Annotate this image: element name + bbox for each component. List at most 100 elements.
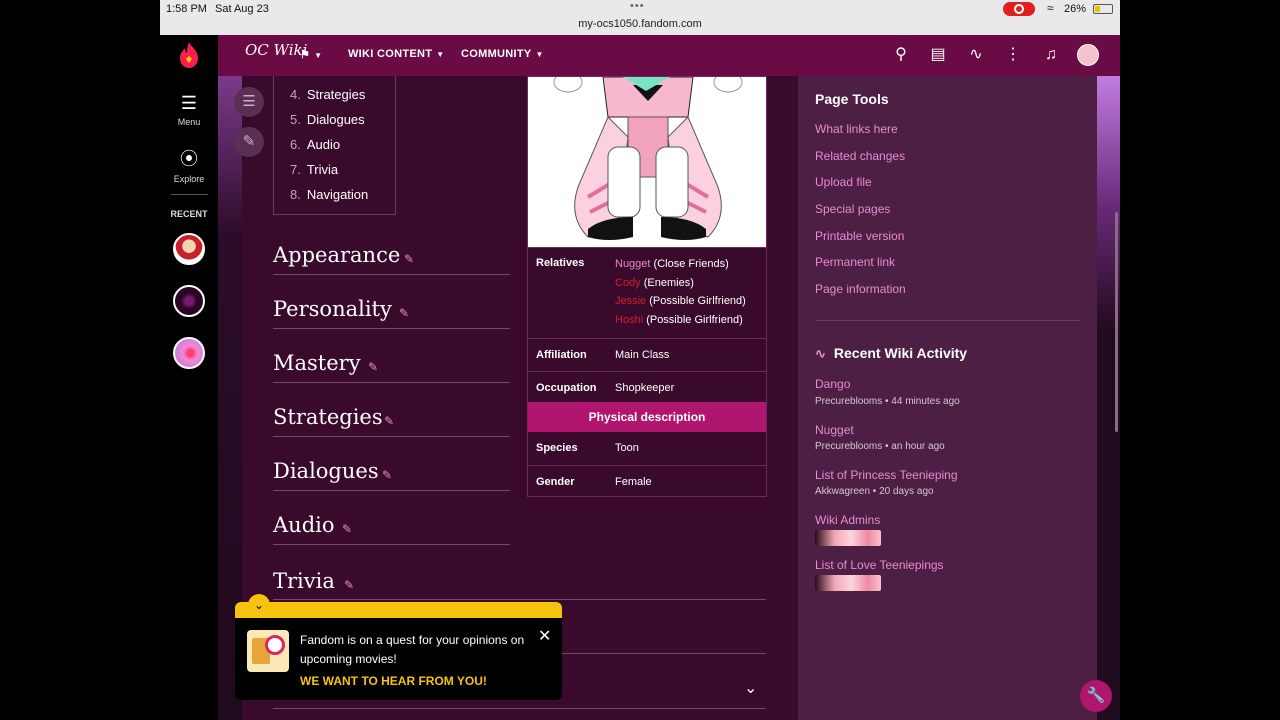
address-bar[interactable]: my-ocs1050.fandom.com [160, 18, 1120, 30]
infobox-row-species: Species Toon [528, 432, 766, 465]
search-icon[interactable]: ⚲ [890, 44, 912, 66]
wiki-logo[interactable]: OC Wiki [245, 41, 307, 59]
relative-item: Cody (Enemies) [615, 276, 694, 289]
section-divider [273, 708, 766, 709]
compass-icon: ⦿ [180, 149, 198, 169]
affiliation-value: Main Class [615, 349, 670, 361]
relative-link[interactable]: Jessie [615, 295, 646, 307]
infobox-row-relatives: Relatives Nugget (Close Friends) Cody (E… [528, 247, 766, 338]
status-time: 1:58 PM [166, 3, 207, 15]
toc-item-strategies[interactable]: 4. Strategies [290, 87, 365, 102]
page-tool-link[interactable]: What links here [815, 122, 898, 136]
wrench-icon[interactable]: 🔧 [1080, 680, 1112, 712]
relative-link[interactable]: Hoshi [615, 314, 643, 326]
relative-link[interactable]: Cody [615, 277, 641, 289]
activity-icon[interactable]: ∿ [965, 44, 987, 66]
chevron-down-icon: ▼ [436, 50, 445, 59]
affiliation-label: Affiliation [536, 349, 587, 361]
survey-illustration-icon [247, 630, 289, 672]
right-rail-content: Page Tools What links here Related chang… [798, 76, 1097, 720]
popup-accent-bar [235, 602, 562, 618]
nav-divider [171, 194, 208, 195]
page-tool-link[interactable]: Page information [815, 282, 906, 296]
wifi-icon: ≈ [1047, 1, 1054, 15]
recent-wiki-avatar-1[interactable] [173, 233, 205, 265]
infobox-row-affiliation: Affiliation Main Class [528, 338, 766, 371]
home-dropdown[interactable]: ⚑ ▼ [300, 48, 322, 61]
edit-section-pencil-icon[interactable]: ✎ [404, 252, 414, 266]
heading-dialogues: Dialogues ✎ [273, 457, 510, 491]
wiki-header: OC Wiki ⚑ ▼ WIKI CONTENT ▼ COMMUNITY ▼ ⚲ ▤ … [218, 35, 1120, 76]
community-label: COMMUNITY [461, 48, 532, 60]
activity-icon: ∿ [815, 346, 826, 361]
status-date: Sat Aug 23 [215, 3, 269, 15]
heading-audio: Audio ✎ [273, 511, 510, 545]
character-infobox: Relatives Nugget (Close Friends) Cody (E… [527, 76, 767, 497]
physical-description-header: Physical description [528, 402, 766, 432]
relative-item: Nugget (Close Friends) [615, 258, 729, 270]
toc-item-navigation[interactable]: 8. Navigation [290, 187, 368, 202]
relative-item: Jessie (Possible Girlfriend) [615, 295, 746, 307]
multitask-dots-icon[interactable]: ••• [630, 0, 645, 12]
infobox-row-gender: Gender Female [528, 465, 766, 497]
heading-strategies: Strategies ✎ [273, 403, 510, 437]
popup-cta-link[interactable]: WE WANT TO HEAR FROM YOU! [300, 674, 487, 688]
toc-item-audio[interactable]: 6. Audio [290, 137, 340, 152]
edit-page-button[interactable]: ✎ [234, 127, 264, 157]
page-tool-link[interactable]: Special pages [815, 202, 890, 216]
popup-collapse-chevron-icon[interactable]: ⌄ [248, 594, 270, 616]
page-tool-link[interactable]: Printable version [815, 229, 904, 243]
home-icon: ⚑ [300, 49, 311, 61]
recent-activity-link[interactable]: List of Princess Teenieping [815, 468, 958, 482]
toc-toggle-button[interactable]: ☰ [234, 87, 264, 117]
edit-section-pencil-icon[interactable]: ✎ [399, 306, 409, 320]
edit-section-pencil-icon[interactable]: ✎ [342, 522, 352, 536]
rail-divider [815, 320, 1080, 321]
fandom-logo-icon[interactable] [177, 41, 201, 69]
edit-section-pencil-icon[interactable]: ✎ [382, 468, 392, 482]
heading-personality: Personality ✎ [273, 295, 510, 329]
wiki-content-dropdown[interactable]: WIKI CONTENT ▼ [348, 48, 444, 60]
page-tool-link[interactable]: Related changes [815, 149, 905, 163]
fandom-global-nav: ☰ Menu ⦿ Explore RECENT [160, 35, 218, 720]
recent-activity-link[interactable]: Wiki Admins [815, 513, 880, 527]
occupation-value: Shopkeeper [615, 382, 675, 394]
edit-section-pencil-icon[interactable]: ✎ [368, 360, 378, 374]
community-dropdown[interactable]: COMMUNITY ▼ [461, 48, 544, 60]
character-illustration [553, 77, 743, 240]
survey-popup: Fandom is on a quest for your opinions o… [235, 602, 562, 700]
page-scrollbar[interactable] [1115, 212, 1118, 432]
recent-activity-link[interactable]: Nugget [815, 423, 854, 437]
explore-label: Explore [173, 174, 205, 184]
list-icon: ☰ [242, 93, 256, 110]
toc-item-dialogues[interactable]: 5. Dialogues [290, 112, 365, 127]
relative-link[interactable]: Nugget [615, 258, 650, 270]
page-tool-link[interactable]: Permanent link [815, 255, 895, 269]
status-bar: 1:58 PM Sat Aug 23 ••• my-ocs1050.fandom… [160, 0, 1120, 35]
screen-record-icon[interactable] [1003, 2, 1035, 16]
recent-wiki-avatar-3[interactable] [173, 337, 205, 369]
recent-activity-title: ∿ Recent Wiki Activity [815, 345, 968, 361]
character-image[interactable] [528, 77, 766, 247]
expand-navigation-chevron-icon[interactable]: ⌄ [744, 678, 757, 698]
edit-section-pencil-icon[interactable]: ✎ [344, 578, 354, 592]
explore-button[interactable]: ⦿ Explore [160, 145, 218, 184]
page-tool-link[interactable]: Upload file [815, 175, 872, 189]
toc-item-trivia[interactable]: 7. Trivia [290, 162, 338, 177]
more-icon[interactable]: ⋮ [1002, 44, 1024, 66]
discussions-icon[interactable]: ▤ [927, 44, 949, 66]
edit-section-pencil-icon[interactable]: ✎ [384, 414, 394, 428]
recent-activity-link[interactable]: Dango [815, 377, 850, 391]
hamburger-icon: ☰ [180, 93, 198, 113]
menu-button[interactable]: ☰ Menu [160, 93, 218, 127]
close-icon[interactable]: ✕ [538, 626, 551, 646]
recent-wiki-avatar-2[interactable] [173, 285, 205, 317]
notifications-bell-icon[interactable]: ♫ [1040, 44, 1062, 66]
recent-activity-meta: Akkwagreen • 20 days ago [815, 486, 934, 497]
species-value: Toon [615, 442, 639, 454]
popup-message: Fandom is on a quest for your opinions o… [300, 633, 525, 666]
heading-mastery: Mastery ✎ [273, 349, 510, 383]
user-avatar[interactable] [1077, 44, 1099, 66]
recent-activity-link[interactable]: List of Love Teeniepings [815, 558, 944, 572]
heading-appearance: Appearance ✎ [273, 241, 510, 275]
